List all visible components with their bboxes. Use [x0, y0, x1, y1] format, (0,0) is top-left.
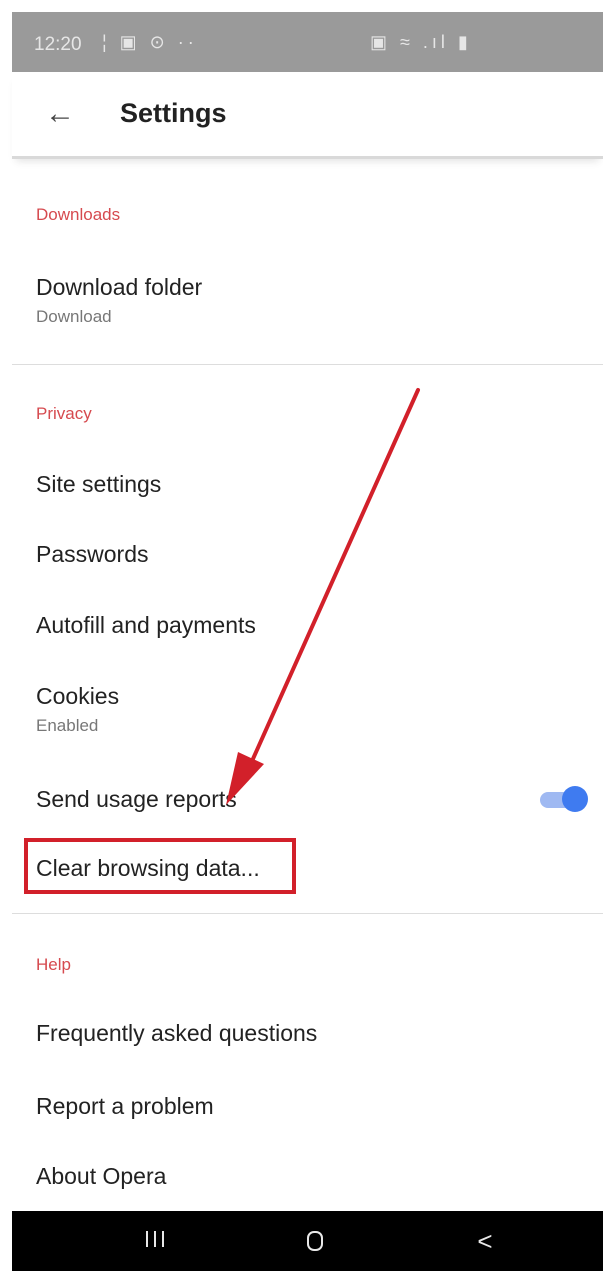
send-usage-reports-item[interactable]: Send usage reports: [36, 786, 513, 813]
site-settings-label: Site settings: [36, 471, 162, 497]
cookies-value: Enabled: [36, 716, 99, 735]
autofill-payments-label: Autofill and payments: [36, 612, 256, 638]
back-icon: <: [477, 1225, 493, 1256]
home-icon: [307, 1231, 323, 1251]
section-header-help: Help: [36, 955, 71, 974]
report-problem-item[interactable]: Report a problem: [36, 1093, 583, 1120]
notification-icons: ¦ ▣ ⊙ ··: [102, 32, 198, 52]
page-title: Settings: [120, 98, 227, 128]
report-problem-label: Report a problem: [36, 1093, 214, 1119]
recents-icon: [143, 1230, 167, 1252]
back-button[interactable]: ←: [40, 94, 80, 134]
section-header-privacy: Privacy: [36, 404, 92, 423]
cookies-item[interactable]: Cookies Enabled: [36, 683, 583, 736]
divider: [12, 364, 603, 365]
faq-item[interactable]: Frequently asked questions: [36, 1020, 583, 1047]
app-bar: ← Settings: [12, 72, 603, 159]
passwords-item[interactable]: Passwords: [36, 541, 583, 568]
recents-button[interactable]: [125, 1223, 185, 1259]
download-folder-title: Download folder: [36, 274, 203, 300]
divider: [12, 913, 603, 914]
home-button[interactable]: [285, 1223, 345, 1259]
about-opera-item[interactable]: About Opera: [36, 1163, 583, 1190]
system-nav-bar: <: [12, 1211, 603, 1271]
download-folder-item[interactable]: Download folder Download: [36, 274, 583, 327]
faq-label: Frequently asked questions: [36, 1020, 318, 1046]
usage-reports-toggle[interactable]: [538, 786, 588, 812]
system-status-icons: ▣ ≈ .ıl ▮: [370, 32, 472, 52]
send-usage-reports-label: Send usage reports: [36, 786, 237, 812]
section-header-downloads: Downloads: [36, 205, 121, 224]
cookies-title: Cookies: [36, 683, 120, 709]
annotation-highlight-box: [24, 838, 296, 894]
toggle-thumb: [562, 786, 588, 812]
status-time: 12:20: [34, 34, 82, 55]
status-bar: 12:20 ¦ ▣ ⊙ ·· ▣ ≈ .ıl ▮: [12, 12, 603, 72]
back-nav-button[interactable]: <: [455, 1223, 515, 1259]
about-opera-label: About Opera: [36, 1163, 167, 1189]
passwords-label: Passwords: [36, 541, 149, 567]
arrow-back-icon: ←: [45, 97, 75, 130]
autofill-payments-item[interactable]: Autofill and payments: [36, 612, 583, 639]
site-settings-item[interactable]: Site settings: [36, 471, 583, 498]
download-folder-value: Download: [36, 307, 112, 326]
